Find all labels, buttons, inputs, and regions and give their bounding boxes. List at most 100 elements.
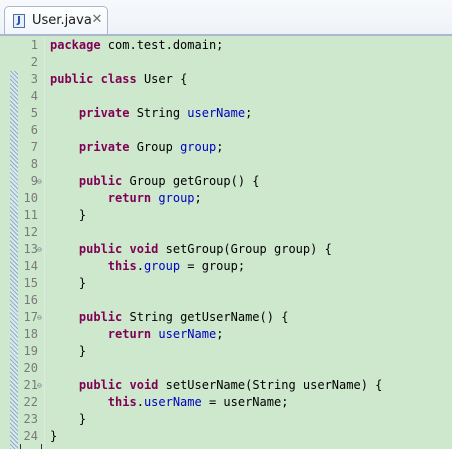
code-text[interactable]: public void setGroup(Group group) { [50, 241, 332, 258]
code-text[interactable]: return group; [50, 190, 202, 207]
code-text[interactable]: this.userName = userName; [50, 394, 289, 411]
code-token: } [50, 208, 87, 222]
code-token: } [50, 429, 58, 443]
line-number: 21 [23, 378, 38, 392]
code-line[interactable]: 10 return group; [0, 190, 452, 207]
keyword-token: public [78, 242, 123, 256]
code-text[interactable]: } [50, 428, 57, 445]
field-token: group [158, 191, 195, 205]
line-number: 10 [23, 191, 38, 205]
code-text[interactable]: this.group = group; [50, 258, 245, 275]
tab-user-java[interactable]: J User.java ✕ [4, 6, 108, 34]
keyword-token: public [50, 72, 94, 86]
code-line[interactable]: 23 } [0, 411, 452, 428]
code-line[interactable]: 11 } [0, 207, 452, 224]
code-line[interactable]: 5 private String userName; [0, 105, 452, 122]
code-line[interactable]: 7 private Group group; [0, 139, 452, 156]
keyword-token: package [50, 38, 101, 52]
code-line[interactable]: 9 ⊖ public Group getGroup() { [0, 173, 452, 190]
code-token: ; [216, 140, 224, 154]
code-line[interactable]: 4 [0, 88, 452, 105]
close-icon[interactable]: ✕ [91, 13, 103, 27]
code-text[interactable]: return userName; [50, 326, 224, 343]
code-token: } [50, 344, 87, 358]
line-number: 14 [23, 259, 38, 273]
code-token: Group getGroup() { [122, 174, 260, 188]
code-line[interactable]: 15 } [0, 275, 452, 292]
bottom-marker [20, 444, 42, 449]
fold-collapse-icon[interactable]: ⊖ [37, 178, 44, 186]
line-number: 8 [30, 157, 38, 171]
line-number: 23 [23, 412, 38, 426]
keyword-token: private [78, 106, 130, 120]
code-token: com.test.domain; [100, 38, 224, 52]
field-token: group [180, 140, 217, 154]
code-line[interactable]: 22 this.userName = userName; [0, 394, 452, 411]
code-line[interactable]: 16 [0, 292, 452, 309]
code-token: ; [194, 191, 202, 205]
line-number: 17 [23, 310, 38, 324]
code-editor[interactable]: 1 package com.test.domain; 2 3 public class … [0, 36, 452, 449]
code-text[interactable]: public String getUserName() { [50, 309, 289, 326]
code-line[interactable]: 6 [0, 122, 452, 139]
code-line[interactable]: 2 [0, 54, 452, 71]
line-number: 13 [23, 242, 38, 256]
code-text[interactable]: public void setUserName(String userName)… [50, 377, 382, 394]
code-line[interactable]: 18 return userName; [0, 326, 452, 343]
code-line[interactable]: 1 package com.test.domain; [0, 37, 452, 54]
code-text[interactable]: package com.test.domain; [50, 37, 223, 54]
line-number: 1 [30, 38, 38, 52]
line-number: 15 [23, 276, 38, 290]
code-text[interactable]: public class User { [50, 71, 187, 88]
code-text[interactable]: } [50, 275, 86, 292]
keyword-token: private [78, 140, 130, 154]
code-line[interactable]: 24} [0, 428, 452, 445]
code-text[interactable]: } [50, 411, 86, 428]
code-token: = userName; [201, 395, 289, 409]
line-number: 24 [23, 429, 38, 443]
code-line[interactable]: 14 this.group = group; [0, 258, 452, 275]
code-line[interactable]: 3 public class User { [0, 71, 452, 88]
code-line[interactable]: 17 ⊖ public String getUserName() { [0, 309, 452, 326]
code-line[interactable]: 20 [0, 360, 452, 377]
keyword-token: class [100, 72, 137, 86]
code-text[interactable]: private String userName; [50, 105, 252, 122]
code-token: setUserName(String userName) { [158, 378, 383, 392]
code-line[interactable]: 8 [0, 156, 452, 173]
code-line[interactable]: 21 ⊖ public void setUserName(String userN… [0, 377, 452, 394]
code-text[interactable]: public Group getGroup() { [50, 173, 260, 190]
line-number: 22 [23, 395, 38, 409]
keyword-token: void [129, 378, 159, 392]
code-text[interactable]: } [50, 207, 86, 224]
line-number: 19 [23, 344, 38, 358]
fold-collapse-icon[interactable]: ⊖ [37, 314, 44, 322]
fold-collapse-icon[interactable]: ⊖ [37, 382, 44, 390]
code-token: String [129, 106, 188, 120]
field-token: userName [158, 327, 217, 341]
keyword-token: public [78, 174, 123, 188]
code-line[interactable]: 12 [0, 224, 452, 241]
line-number: 6 [30, 123, 38, 137]
code-text[interactable]: private Group group; [50, 139, 224, 156]
code-token: setGroup(Group group) { [158, 242, 332, 256]
code-token: . [136, 259, 144, 273]
field-token: userName [187, 106, 246, 120]
line-number: 2 [30, 55, 38, 69]
code-text[interactable]: } [50, 343, 86, 360]
fold-collapse-icon[interactable]: ⊖ [37, 246, 44, 254]
code-token: Group [129, 140, 181, 154]
keyword-token: this [107, 259, 137, 273]
code-line[interactable]: 13 ⊖ public void setGroup(Group group) { [0, 241, 452, 258]
code-line[interactable]: 19 } [0, 343, 452, 360]
editor-tab-bar: J User.java ✕ [0, 0, 452, 36]
line-number: 12 [23, 225, 38, 239]
